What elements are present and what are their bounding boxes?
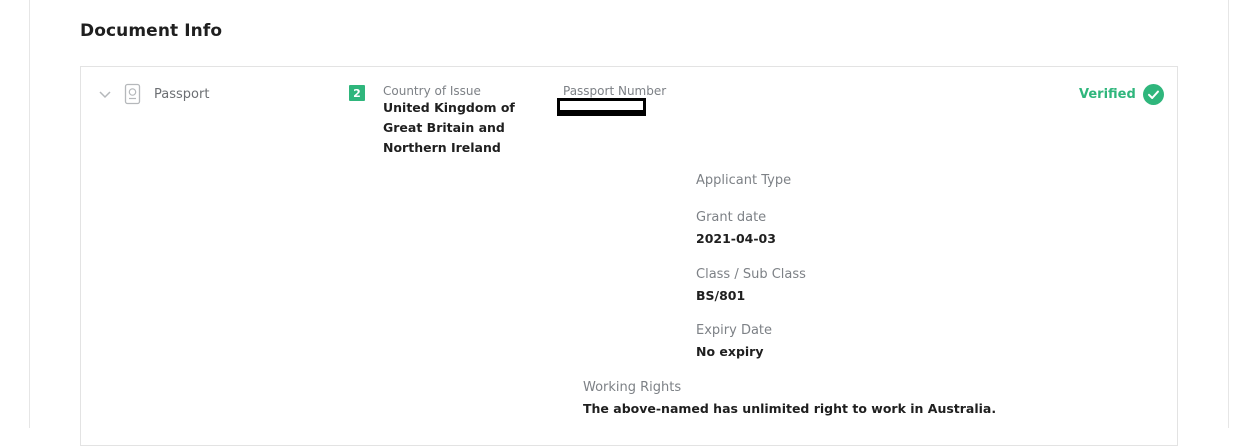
grant-date-label: Grant date — [696, 210, 767, 225]
document-count-badge: 2 — [349, 85, 365, 101]
passport-icon — [124, 83, 141, 105]
applicant-type-label: Applicant Type — [696, 173, 792, 188]
country-of-issue-value: United Kingdom of Great Britain and Nort… — [383, 100, 515, 155]
grant-date-value: 2021-04-03 — [696, 231, 776, 246]
expiry-date-label: Expiry Date — [696, 323, 773, 338]
class-sub-class-label: Class / Sub Class — [696, 267, 806, 282]
country-of-issue-label: Country of Issue — [383, 84, 481, 98]
document-type-label[interactable]: Passport — [154, 87, 209, 102]
verified-status-text: Verified — [1079, 87, 1136, 102]
passport-number-redacted — [557, 98, 646, 116]
class-sub-class-value: BS/801 — [696, 288, 746, 303]
passport-number-label: Passport Number — [563, 84, 667, 98]
chevron-down-icon[interactable] — [98, 86, 112, 100]
expiry-date-value: No expiry — [696, 344, 764, 359]
working-rights-value: The above-named has unlimited right to w… — [583, 401, 997, 416]
working-rights-label: Working Rights — [583, 380, 682, 395]
section-title: Document Info — [80, 21, 223, 41]
check-circle-icon — [1143, 84, 1164, 105]
